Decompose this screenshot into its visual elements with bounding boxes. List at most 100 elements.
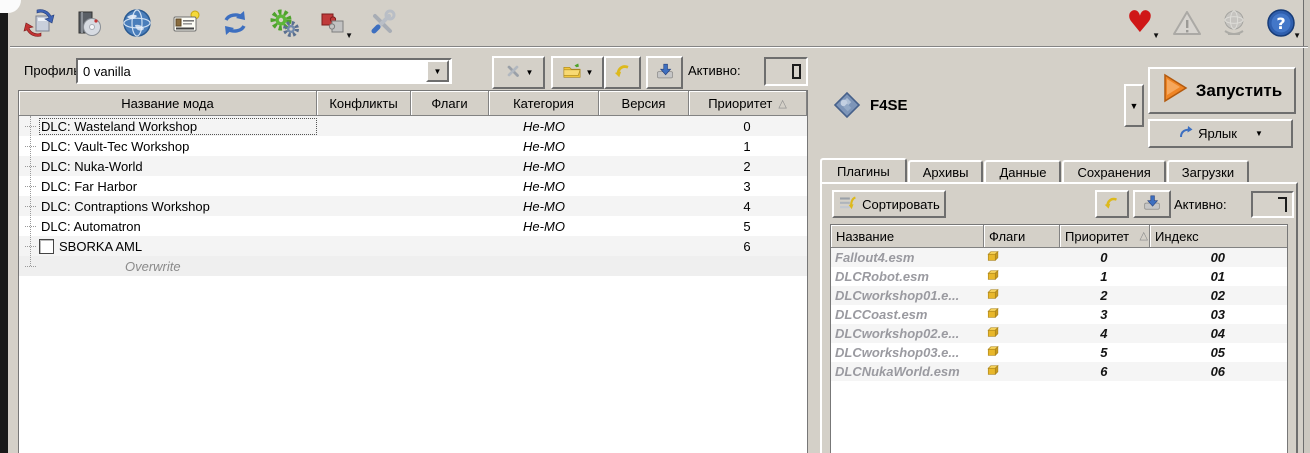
profile-value: 0 vanilla bbox=[78, 64, 426, 79]
mod-row[interactable]: DLC: Far Harbor Не-МО 3 bbox=[19, 176, 807, 196]
window-right-strip bbox=[1304, 0, 1310, 453]
restore-backup-button[interactable] bbox=[646, 56, 683, 89]
install-from-disk-button[interactable] bbox=[71, 5, 105, 41]
warning-icon bbox=[1171, 7, 1203, 39]
plugin-row[interactable]: DLCworkshop01.e... 2 02 bbox=[831, 286, 1287, 305]
help-dropdown-arrow: ▼ bbox=[1293, 32, 1301, 40]
disk-restore-icon bbox=[655, 62, 675, 83]
col-plugin-flags[interactable]: Флаги bbox=[984, 225, 1060, 248]
sort-plugins-button[interactable]: Сортировать bbox=[832, 190, 946, 218]
col-category[interactable]: Категория bbox=[489, 91, 599, 116]
refresh-button[interactable] bbox=[218, 5, 252, 41]
gears-icon bbox=[268, 7, 300, 39]
col-plugin-index[interactable]: Индекс bbox=[1150, 225, 1287, 248]
plugins-header: Название Флаги Приоритет △ Индекс bbox=[831, 225, 1287, 248]
run-button[interactable]: Запустить bbox=[1148, 67, 1296, 114]
col-version[interactable]: Версия bbox=[599, 91, 689, 116]
col-conflicts[interactable]: Конфликты bbox=[317, 91, 411, 116]
tab-downloads[interactable]: Загрузки bbox=[1167, 160, 1249, 182]
mod-enabled-checkbox[interactable] bbox=[39, 239, 54, 254]
install-mod-icon bbox=[23, 7, 55, 39]
plugins-undo-button[interactable] bbox=[1095, 190, 1129, 218]
col-plugin-priority[interactable]: Приоритет △ bbox=[1060, 225, 1150, 248]
mods-active-label: Активно: bbox=[688, 63, 741, 78]
tree-guide-line bbox=[30, 116, 31, 266]
open-folder-button[interactable]: ▼ bbox=[551, 56, 604, 89]
notifications-button[interactable] bbox=[1170, 5, 1204, 41]
shortcut-button[interactable]: Ярлык ▼ bbox=[1148, 119, 1293, 148]
master-flag-icon bbox=[986, 346, 1001, 361]
plugin-row[interactable]: DLCworkshop03.e... 5 05 bbox=[831, 343, 1287, 362]
background-window-edge bbox=[0, 0, 8, 453]
plugins-button[interactable]: ▼ bbox=[316, 5, 350, 41]
shortcut-dropdown-arrow: ▼ bbox=[1255, 129, 1263, 138]
heart-icon: ♥ bbox=[1127, 8, 1154, 38]
plugins-active-label: Активно: bbox=[1174, 197, 1227, 212]
mod-row[interactable]: DLC: Nuka-World Не-МО 2 bbox=[19, 156, 807, 176]
undo-icon bbox=[613, 62, 633, 83]
plugin-row[interactable]: DLCNukaWorld.esm 6 06 bbox=[831, 362, 1287, 381]
support-dropdown-arrow: ▼ bbox=[1152, 32, 1160, 40]
wrench-screwdriver-icon bbox=[366, 7, 398, 39]
settings-button[interactable] bbox=[267, 5, 301, 41]
col-flags[interactable]: Флаги bbox=[411, 91, 489, 116]
svg-text:?: ? bbox=[1276, 14, 1285, 33]
plugins-active-count bbox=[1278, 197, 1287, 212]
disk-restore-icon bbox=[1142, 194, 1162, 214]
folder-icon bbox=[562, 62, 582, 83]
tools-menu-button[interactable]: ▼ bbox=[492, 56, 545, 89]
f4se-icon bbox=[830, 88, 864, 125]
plugin-row[interactable]: DLCCoast.esm 3 03 bbox=[831, 305, 1287, 324]
sort-ascending-icon: △ bbox=[778, 97, 786, 110]
open-nexus-button[interactable] bbox=[120, 5, 154, 41]
mod-row[interactable]: DLC: Vault-Tec Workshop Не-МО 1 bbox=[19, 136, 807, 156]
profiles-button[interactable] bbox=[169, 5, 203, 41]
undo-button[interactable] bbox=[604, 56, 641, 89]
col-plugin-name[interactable]: Название bbox=[831, 225, 984, 248]
update-check-button[interactable] bbox=[1217, 5, 1251, 41]
plugin-row[interactable]: DLCRobot.esm 1 01 bbox=[831, 267, 1287, 286]
mods-active-count-lcd bbox=[764, 57, 808, 86]
plugin-row[interactable]: DLCworkshop02.e... 4 04 bbox=[831, 324, 1287, 343]
window-right-border bbox=[1303, 0, 1304, 453]
plugins-tab-panel: Сортировать Активно: bbox=[820, 182, 1298, 453]
open-folder-arrow: ▼ bbox=[586, 68, 594, 77]
sort-icon bbox=[838, 195, 858, 214]
plugins-table: Название Флаги Приоритет △ Индекс Fallou… bbox=[830, 224, 1288, 453]
background-window-corner bbox=[0, 0, 21, 13]
mod-list-header: Название мода Конфликты Флаги Категория … bbox=[19, 91, 807, 116]
tab-saves[interactable]: Сохранения bbox=[1062, 160, 1165, 182]
plugins-restore-button[interactable] bbox=[1133, 190, 1171, 218]
support-button[interactable]: ♥ ▼ bbox=[1123, 5, 1157, 41]
master-flag-icon bbox=[986, 365, 1001, 380]
help-button[interactable]: ? ▼ bbox=[1264, 5, 1298, 41]
mod-list-body: DLC: Wasteland Workshop Не-МО 0 DLC: Vau… bbox=[19, 116, 807, 276]
tab-archives[interactable]: Архивы bbox=[908, 160, 984, 182]
col-mod-name[interactable]: Название мода bbox=[19, 91, 317, 116]
shortcut-arrow-icon bbox=[1178, 125, 1194, 142]
tools-button[interactable] bbox=[365, 5, 399, 41]
plugins-active-count-lcd bbox=[1251, 191, 1294, 218]
overwrite-row[interactable]: Overwrite bbox=[19, 256, 807, 276]
profile-label: Профиль bbox=[24, 63, 80, 78]
toolbar-separator bbox=[10, 46, 1308, 48]
mod-row[interactable]: DLC: Automatron Не-МО 5 bbox=[19, 216, 807, 236]
profile-combobox[interactable]: 0 vanilla ▼ bbox=[76, 58, 452, 84]
undo-icon bbox=[1103, 195, 1121, 214]
install-mod-button[interactable] bbox=[22, 5, 56, 41]
tab-data[interactable]: Данные bbox=[984, 160, 1061, 182]
tools-small-icon bbox=[504, 62, 522, 83]
executable-dropdown-arrow[interactable]: ▼ bbox=[1124, 84, 1144, 127]
globe-icon bbox=[121, 7, 153, 39]
plugin-row[interactable]: Fallout4.esm 0 00 bbox=[831, 248, 1287, 267]
master-flag-icon bbox=[986, 289, 1001, 304]
tab-plugins[interactable]: Плагины bbox=[820, 158, 907, 182]
profile-combobox-arrow[interactable]: ▼ bbox=[426, 60, 449, 82]
mod-row[interactable]: DLC: Wasteland Workshop Не-МО 0 bbox=[19, 116, 807, 136]
col-priority[interactable]: Приоритет △ bbox=[689, 91, 807, 116]
master-flag-icon bbox=[986, 251, 1001, 266]
mod-row[interactable]: DLC: Contraptions Workshop Не-МО 4 bbox=[19, 196, 807, 216]
mods-active-count bbox=[792, 64, 801, 79]
right-panel-tabs: Плагины Архивы Данные Сохранения Загрузк… bbox=[820, 158, 1250, 182]
mod-row[interactable]: SBORKA AML 6 bbox=[19, 236, 807, 256]
